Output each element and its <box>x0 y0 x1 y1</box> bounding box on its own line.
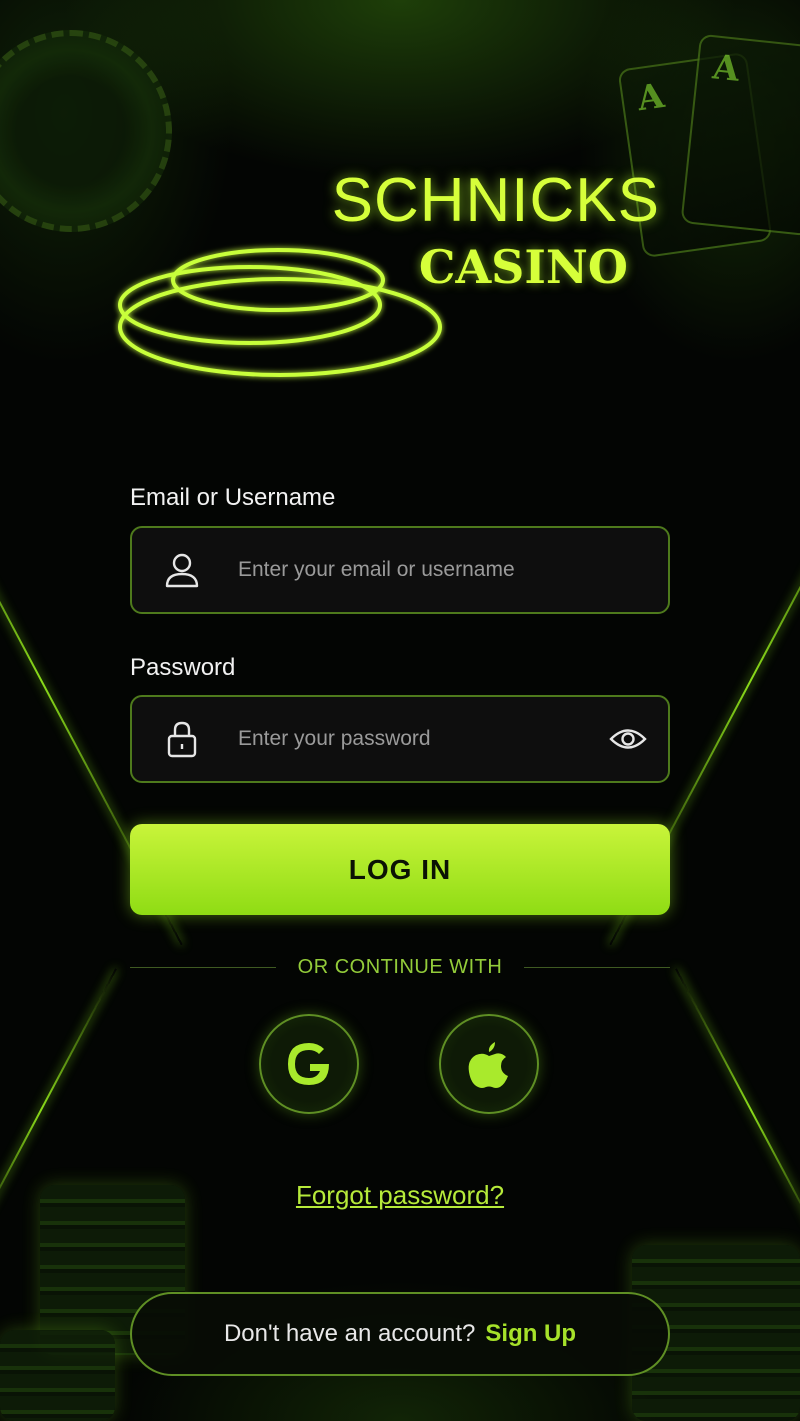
eye-icon[interactable] <box>588 726 668 752</box>
apple-icon <box>468 1042 508 1088</box>
password-field-container[interactable] <box>130 695 670 783</box>
email-field[interactable] <box>232 557 668 583</box>
signup-bar: Don't have an account? Sign Up <box>130 1292 670 1376</box>
signup-link[interactable]: Sign Up <box>485 1320 576 1348</box>
password-field[interactable] <box>232 726 588 752</box>
signup-prompt: Don't have an account? <box>223 1320 476 1347</box>
google-login-button[interactable] <box>259 1014 359 1114</box>
ace-card-decoration: A <box>680 33 800 237</box>
user-icon <box>132 551 232 589</box>
divider-text: OR CONTINUE WITH <box>297 956 503 978</box>
brand-name-bottom: CASINO <box>418 240 628 294</box>
lock-icon <box>132 720 232 758</box>
brand-logo: SCHNICKS CASINO <box>270 166 660 295</box>
social-divider: OR CONTINUE WITH <box>130 956 670 979</box>
forgot-password-link[interactable]: Forgot password? <box>0 1180 800 1211</box>
google-icon <box>288 1043 329 1085</box>
password-label: Password <box>130 654 236 681</box>
email-field-container[interactable] <box>130 526 670 614</box>
login-button[interactable]: LOG IN <box>130 824 670 915</box>
apple-login-button[interactable] <box>439 1014 539 1114</box>
chip-stack-decoration <box>0 1330 115 1421</box>
divider-line <box>524 967 670 968</box>
divider-line <box>130 967 276 968</box>
brand-name-top: SCHNICKS <box>331 166 660 235</box>
poker-chip-decoration <box>0 30 172 232</box>
email-label: Email or Username <box>130 484 336 511</box>
